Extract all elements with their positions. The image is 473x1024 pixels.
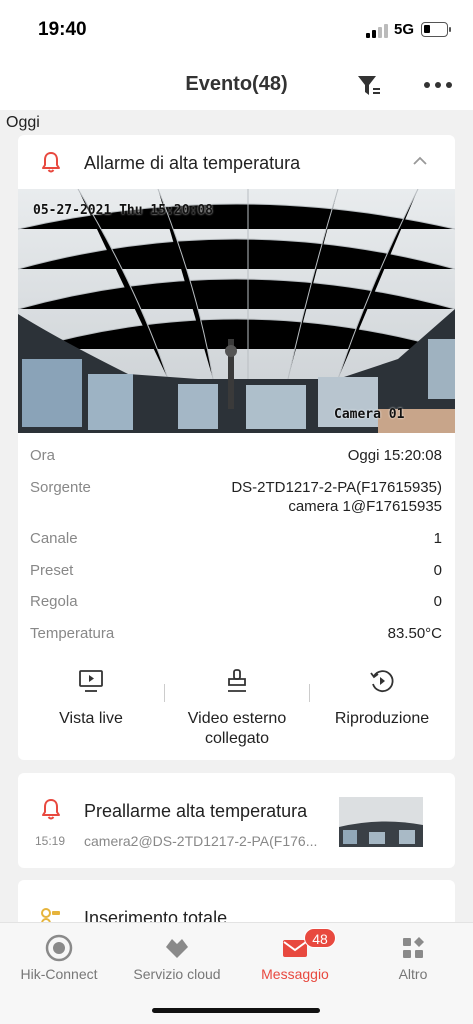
nav-bar: Evento(48) [0, 60, 473, 110]
detail-value: 0 [433, 593, 442, 610]
event-card[interactable]: 15:19 Preallarme alta temperatura camera… [18, 773, 455, 868]
detail-value: 0 [433, 562, 442, 579]
unread-badge: 48 [304, 928, 336, 948]
detail-value: 1 [433, 530, 442, 547]
status-time: 19:40 [38, 19, 87, 40]
detail-key: Ora [30, 447, 56, 464]
event-card-expanded[interactable]: Allarme di alta temperatura 05-27-2021 T… [18, 135, 455, 760]
detail-key: Preset [30, 562, 74, 579]
cloud-service-icon [166, 939, 188, 958]
detail-value: 83.50°C [387, 625, 442, 642]
home-indicator [152, 1008, 320, 1013]
network-type: 5G [394, 21, 415, 38]
live-view-label: Vista live [59, 710, 123, 727]
detail-value-secondary: camera 1@F17615935 [288, 498, 442, 515]
hik-connect-icon [45, 934, 73, 962]
detail-key: Sorgente [30, 479, 91, 496]
snapshot-image [18, 189, 455, 433]
chevron-up-icon[interactable] [412, 155, 428, 167]
tab-more[interactable]: Altro [354, 923, 472, 993]
page-title: Evento(48) [185, 73, 288, 95]
detail-value: Oggi 15:20:08 [347, 447, 442, 464]
event-title: Allarme di alta temperatura [84, 153, 301, 173]
tab-messages[interactable]: Messaggio [236, 923, 354, 993]
status-bar: 19:40 5G [0, 0, 473, 60]
linked-video-label: Video esterno collegato [187, 710, 287, 747]
snapshot-timestamp: 05-27-2021 Thu 15:20:08 [33, 203, 214, 218]
playback-button[interactable]: Riproduzione [309, 667, 455, 729]
event-thumbnail[interactable] [339, 797, 423, 847]
snapshot-camera-label: Camera 01 [334, 407, 405, 422]
tab-label: Servizio cloud [133, 966, 221, 982]
bell-icon [42, 152, 60, 173]
linked-video-button[interactable]: Video esterno collegato [164, 667, 310, 749]
playback-icon [370, 670, 394, 693]
live-view-button[interactable]: Vista live [18, 667, 164, 729]
more-icon[interactable] [424, 80, 452, 90]
tab-label: Hik-Connect [20, 966, 98, 982]
monitor-play-icon [79, 670, 103, 692]
filter-icon[interactable] [356, 73, 382, 99]
event-snapshot[interactable]: 05-27-2021 Thu 15:20:08 Camera 01 [18, 189, 455, 433]
event-title: Preallarme alta temperatura [84, 801, 308, 821]
stamp-icon [228, 669, 246, 692]
playback-label: Riproduzione [334, 710, 430, 727]
tab-label: Altro [398, 966, 428, 982]
battery-icon [421, 22, 451, 37]
bell-icon [42, 799, 60, 820]
detail-key: Canale [30, 530, 78, 547]
signal-icon [366, 24, 388, 38]
tab-cloud-service[interactable]: Servizio cloud [118, 923, 236, 993]
event-time: 15:19 [35, 834, 66, 848]
section-label-today: Oggi [6, 114, 40, 131]
tab-hik-connect[interactable]: Hik-Connect [0, 923, 118, 993]
detail-value: DS-2TD1217-2-PA(F17615935) [231, 479, 442, 496]
grid-icon [403, 937, 424, 958]
event-card-header[interactable]: Allarme di alta temperatura [18, 135, 455, 189]
detail-key: Temperatura [30, 625, 115, 642]
tab-label: Messaggio [261, 966, 329, 982]
event-actions: Vista live Video esterno collegato Ripro… [18, 667, 455, 747]
event-source: camera2@DS-2TD1217-2-PA(F176... [84, 833, 318, 849]
detail-key: Regola [30, 593, 78, 610]
